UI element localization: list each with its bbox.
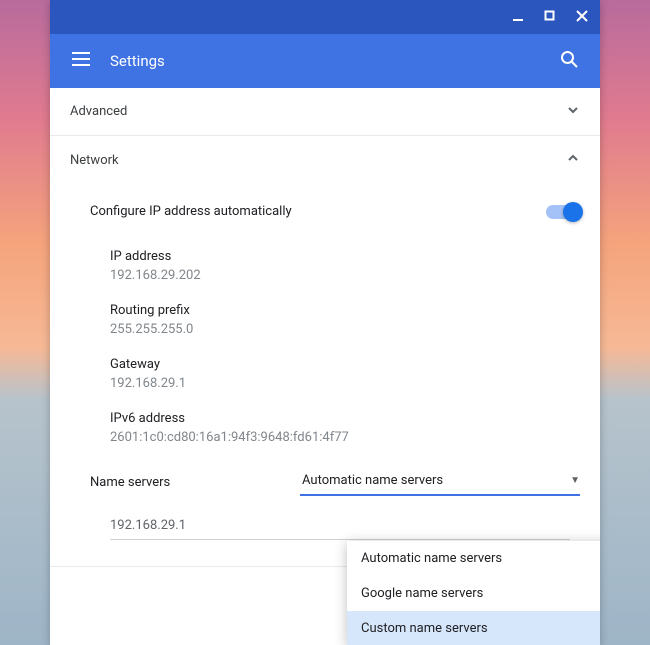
window-titlebar (50, 0, 600, 34)
search-icon[interactable] (560, 50, 578, 72)
menu-icon[interactable] (72, 52, 90, 70)
gateway-value: 192.168.29.1 (110, 376, 580, 391)
dropdown-triangle-icon: ▼ (570, 475, 580, 486)
app-bar: Settings (50, 34, 600, 88)
configure-ip-row: Configure IP address automatically (50, 184, 600, 239)
page-title: Settings (110, 52, 540, 70)
maximize-button[interactable] (544, 10, 558, 24)
section-network-label: Network (70, 153, 566, 168)
content-area: Advanced Network Configure IP address au… (50, 88, 600, 645)
ipv6-label: IPv6 address (110, 411, 580, 426)
option-automatic-name-servers[interactable]: Automatic name servers (347, 541, 600, 576)
name-servers-row: Name servers Automatic name servers ▼ (50, 455, 600, 504)
settings-window: Settings Advanced Network Configure IP a… (50, 0, 600, 645)
section-network[interactable]: Network (50, 136, 600, 184)
configure-ip-toggle[interactable] (546, 205, 580, 219)
option-custom-name-servers[interactable]: Custom name servers (347, 611, 600, 645)
ip-address-value: 192.168.29.202 (110, 268, 580, 283)
routing-prefix-field: Routing prefix 255.255.255.0 (50, 293, 600, 347)
ipv6-field: IPv6 address 2601:1c0:cd80:16a1:94f3:964… (50, 401, 600, 455)
name-servers-select[interactable]: Automatic name servers ▼ (300, 469, 580, 496)
section-advanced[interactable]: Advanced (50, 88, 600, 136)
ip-address-field: IP address 192.168.29.202 (50, 239, 600, 293)
gateway-field: Gateway 192.168.29.1 (50, 347, 600, 401)
close-button[interactable] (576, 10, 590, 24)
ipv6-value: 2601:1c0:cd80:16a1:94f3:9648:fd61:4f77 (110, 430, 580, 445)
gateway-label: Gateway (110, 357, 580, 372)
ip-address-label: IP address (110, 249, 580, 264)
name-servers-selected: Automatic name servers (302, 473, 570, 488)
option-google-name-servers[interactable]: Google name servers (347, 576, 600, 611)
name-servers-label: Name servers (90, 475, 300, 490)
chevron-up-icon (566, 151, 580, 169)
name-server-input[interactable] (110, 512, 570, 540)
section-advanced-label: Advanced (70, 104, 566, 119)
minimize-button[interactable] (512, 10, 526, 24)
name-servers-dropdown: Automatic name servers Google name serve… (347, 541, 600, 645)
routing-prefix-value: 255.255.255.0 (110, 322, 580, 337)
chevron-down-icon (566, 103, 580, 121)
configure-ip-label: Configure IP address automatically (90, 204, 546, 219)
routing-prefix-label: Routing prefix (110, 303, 580, 318)
